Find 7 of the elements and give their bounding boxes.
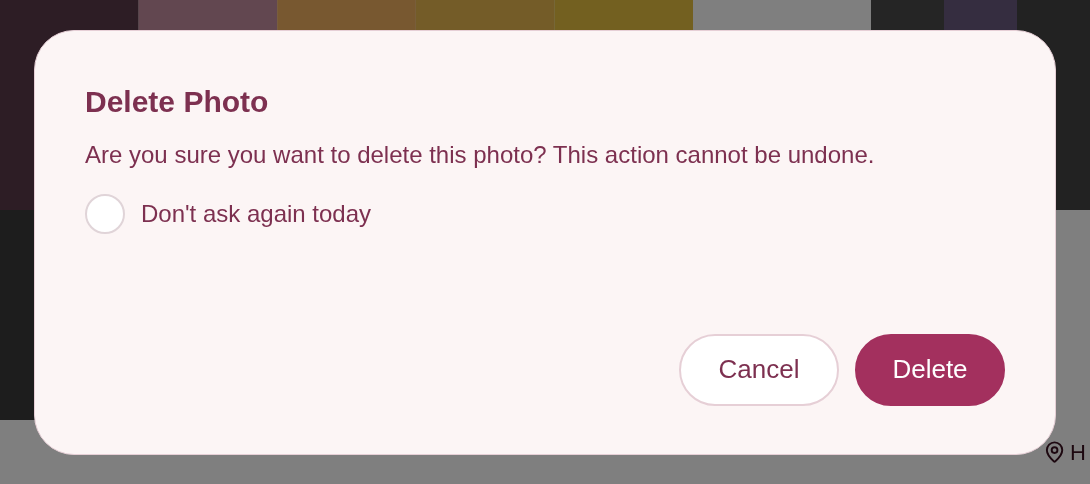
event-location: H — [1070, 438, 1086, 467]
dialog-title: Delete Photo — [85, 83, 270, 120]
dialog-message: Are you sure you want to delete this photo? This action cannot be undone. — [85, 140, 876, 170]
delete-button[interactable]: Delete — [855, 333, 1005, 406]
checkbox[interactable] — [85, 194, 125, 234]
cancel-button[interactable]: Cancel — [679, 333, 839, 406]
checkbox-label: Don't ask again today — [141, 199, 372, 229]
